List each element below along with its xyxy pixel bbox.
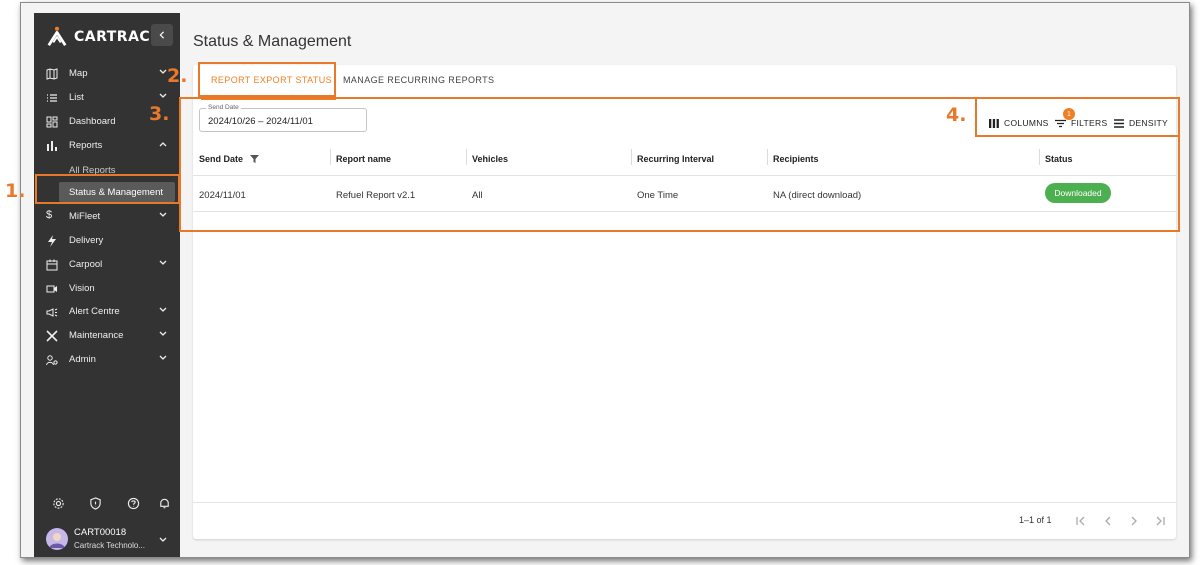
sidebar-item-label: Dashboard bbox=[69, 116, 116, 127]
annotation-number-1: 1. bbox=[5, 180, 26, 202]
settings-icon[interactable] bbox=[52, 497, 65, 510]
help-icon[interactable] bbox=[127, 497, 140, 510]
page-title: Status & Management bbox=[193, 33, 352, 50]
map-icon bbox=[46, 68, 58, 80]
sidebar-item-label: Reports bbox=[69, 140, 103, 151]
sidebar-item-label: MiFleet bbox=[69, 211, 101, 222]
brand-name: CARTRACK bbox=[74, 29, 162, 45]
sidebar-item-label: Alert Centre bbox=[69, 306, 120, 317]
dollar-icon: $ bbox=[46, 209, 53, 221]
annotation-number-4: 4. bbox=[946, 104, 967, 126]
sidebar-item-label: Vision bbox=[69, 283, 95, 294]
chevron-down-icon bbox=[159, 212, 167, 217]
divider bbox=[193, 502, 1176, 503]
video-icon bbox=[46, 285, 57, 293]
pagination-info: 1–1 of 1 bbox=[1019, 515, 1052, 525]
bar-chart-icon bbox=[47, 141, 57, 151]
calendar-icon bbox=[46, 259, 58, 271]
tools-icon bbox=[46, 330, 58, 342]
chevron-down-icon bbox=[159, 355, 167, 360]
sidebar-item-map[interactable]: Map bbox=[34, 63, 180, 85]
chevron-left-icon bbox=[159, 31, 165, 39]
user-company: Cartrack Technolo... bbox=[74, 541, 145, 550]
chevron-down-icon bbox=[159, 93, 167, 98]
annotation-box-2 bbox=[198, 62, 336, 97]
sidebar-item-label: List bbox=[69, 92, 84, 103]
dashboard-icon bbox=[46, 116, 58, 128]
sidebar-item-carpool[interactable]: Carpool bbox=[34, 254, 180, 276]
sidebar-item-mifleet[interactable]: $ MiFleet bbox=[34, 206, 180, 228]
chevron-down-icon bbox=[159, 260, 167, 265]
users-admin-icon bbox=[46, 355, 58, 366]
sidebar-item-alert-centre[interactable]: Alert Centre bbox=[34, 301, 180, 323]
next-page-icon[interactable] bbox=[1128, 515, 1140, 527]
chevron-down-icon[interactable] bbox=[158, 535, 168, 545]
sidebar-item-admin[interactable]: Admin bbox=[34, 349, 180, 371]
user-name: CART00018 bbox=[74, 527, 127, 538]
annotation-number-2: 2. bbox=[167, 65, 188, 87]
previous-page-icon[interactable] bbox=[1102, 515, 1114, 527]
avatar[interactable] bbox=[46, 528, 68, 550]
bolt-icon bbox=[48, 235, 56, 247]
app-window: CARTRACK Map List Dashboard Reports All … bbox=[20, 2, 1190, 558]
chevron-down-icon bbox=[159, 331, 167, 336]
sidebar: CARTRACK Map List Dashboard Reports All … bbox=[34, 13, 180, 557]
annotation-number-3: 3. bbox=[149, 103, 170, 125]
sidebar-item-label: Map bbox=[69, 68, 88, 79]
bell-icon[interactable] bbox=[158, 497, 171, 510]
avatar-image bbox=[46, 528, 68, 550]
annotation-box-1 bbox=[35, 174, 180, 204]
chevron-down-icon bbox=[159, 307, 167, 312]
tab-manage-recurring-reports[interactable]: MANAGE RECURRING REPORTS bbox=[343, 75, 494, 85]
sidebar-item-vision[interactable]: Vision bbox=[34, 278, 180, 300]
sidebar-item-maintenance[interactable]: Maintenance bbox=[34, 325, 180, 347]
chevron-up-icon bbox=[159, 142, 167, 147]
sidebar-item-delivery[interactable]: Delivery bbox=[34, 230, 180, 252]
brand-logo[interactable]: CARTRACK bbox=[46, 25, 162, 49]
annotation-box-4 bbox=[975, 97, 1180, 137]
sidebar-item-label: Delivery bbox=[69, 235, 104, 246]
megaphone-icon bbox=[46, 308, 58, 317]
shield-icon[interactable] bbox=[89, 497, 102, 510]
sidebar-item-label: Maintenance bbox=[69, 330, 124, 341]
list-icon bbox=[47, 94, 57, 102]
collapse-sidebar-button[interactable] bbox=[151, 24, 173, 46]
last-page-icon[interactable] bbox=[1154, 515, 1166, 527]
sidebar-item-label: Carpool bbox=[69, 259, 103, 270]
first-page-icon[interactable] bbox=[1075, 515, 1087, 527]
sidebar-item-label: Admin bbox=[69, 354, 96, 365]
sidebar-item-reports[interactable]: Reports bbox=[34, 135, 180, 157]
cartrack-logo-icon bbox=[47, 26, 67, 46]
